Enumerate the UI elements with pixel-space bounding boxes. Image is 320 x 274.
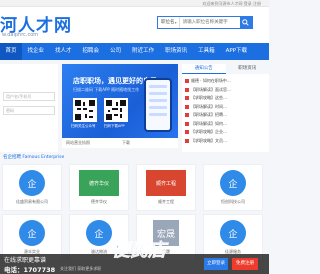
bullet-icon [185, 104, 189, 109]
company-logo: 企 [19, 170, 45, 196]
phone-bar [149, 106, 167, 109]
nav-item-nearby[interactable]: 附近工作 [127, 43, 160, 60]
nav-item-home[interactable]: 首页 [0, 43, 23, 60]
qr-caption-wechat: 扫码关注公众号 [71, 124, 96, 128]
company-card[interactable]: 企 佳盛贸易有限公司 [2, 164, 62, 211]
list-item[interactable]: 【职场解读】面试官… [185, 86, 267, 95]
company-name: 德齐华仪 [91, 199, 107, 204]
search-type-select[interactable]: 职位名 ▾ [158, 17, 180, 28]
nav-item-talent[interactable]: 找人才 [50, 43, 78, 60]
bullet-icon [185, 96, 189, 100]
company-logo: 企 [220, 220, 246, 246]
wechat-qr-code [73, 98, 97, 122]
news-tabs: 通知公告 职场资讯 [182, 64, 269, 74]
company-logo: 德齐华仪 [79, 170, 119, 196]
username-field[interactable]: 用户名/手机号 [3, 92, 55, 101]
bullet-icon [185, 138, 189, 143]
qr-code-icon [106, 100, 126, 120]
company-name: 顺齐工程 [158, 199, 174, 204]
login-panel: 用户名/手机号 密码 [0, 64, 58, 152]
section-title: 名企招聘 Famous Enterprise [3, 155, 65, 160]
phone-bar [149, 92, 167, 95]
search-input[interactable] [179, 17, 240, 28]
banner-subtitle: 扫描二维码 下载APP 随时随地找工作 [73, 87, 140, 92]
search-button[interactable] [239, 17, 252, 28]
app-download-banner[interactable]: 店职职场，遇见更好的自己 扫描二维码 下载APP 随时随地找工作 扫码关注公众号… [62, 64, 178, 138]
phone-bar [149, 99, 167, 102]
popup-phone: 电话：1707738 [4, 266, 56, 274]
search-type-label: 职位名 [161, 20, 175, 25]
login-button[interactable]: 立即登录 [204, 258, 228, 270]
phone-bar [149, 113, 167, 116]
list-item[interactable]: 【职场解读】时间… [185, 103, 267, 112]
nav-item-tools[interactable]: 工具箱 [193, 43, 221, 60]
phone-bar [149, 85, 167, 88]
list-item[interactable]: 【求职攻略】这些… [185, 94, 267, 103]
company-logo: 顺齐工程 [146, 170, 186, 196]
nav-item-news[interactable]: 职场资讯 [160, 43, 193, 60]
tab-career-news[interactable]: 职场资讯 [225, 64, 269, 74]
company-logo: 企 [86, 220, 112, 246]
license-link[interactable]: 网站营业执照 [66, 138, 90, 148]
list-item[interactable]: 【求职攻略】文员… [185, 137, 267, 146]
qr-caption-app: 扫码下载APP [104, 124, 125, 128]
bullet-icon [185, 121, 189, 126]
popup-tagline: 在线求职更靠谱 [4, 257, 47, 264]
nav-item-job-fair[interactable]: 招聘会 [77, 43, 105, 60]
download-link[interactable]: 下载 [122, 138, 130, 148]
bullet-icon [185, 113, 189, 117]
company-card[interactable]: 顺齐工程 顺齐工程 [136, 164, 196, 211]
nav-item-companies[interactable]: 找企业 [22, 43, 50, 60]
phone-mockup-image [144, 78, 172, 132]
top-links[interactable]: 欢迎来到河源市人才网 登录 注册 [202, 0, 261, 7]
app-qr-code [104, 98, 128, 122]
search-icon [242, 19, 249, 26]
under-banner-strip: 网站营业执照 下载 [62, 138, 178, 148]
search-bar: 职位名 ▾ [157, 16, 253, 29]
bullet-icon [185, 130, 189, 134]
list-item[interactable]: 【职场解读】如何… [185, 120, 267, 129]
main-nav: 首页 找企业 找人才 招聘会 公司 附近工作 职场资讯 工具箱 APP下载 [0, 43, 269, 60]
news-list: 顺德 · 如何在职场中… 【职场解读】面试官… 【求职攻略】这些… 【职场解读】… [185, 77, 267, 145]
register-button[interactable]: 免费注册 [232, 258, 258, 270]
chevron-down-icon: ▾ [174, 20, 177, 25]
list-item[interactable]: 【求职攻略】企业… [185, 128, 267, 137]
watermark-logo: 便民店 [112, 240, 167, 262]
company-name: 佳盛贸易有限公司 [16, 199, 48, 204]
page: 欢迎来到河源市人才网 登录 注册 河人才网 w.daiphrc.com 职位名 … [0, 0, 269, 274]
nav-item-company[interactable]: 公司 [105, 43, 127, 60]
bullet-icon [185, 87, 189, 92]
news-panel: 通知公告 职场资讯 顺德 · 如何在职场中… 【职场解读】面试官… 【求职攻略】… [182, 64, 269, 152]
company-card[interactable]: 企 恒创科技公司 [203, 164, 263, 211]
list-item[interactable]: 【职场解读】招聘… [185, 111, 267, 120]
password-field[interactable]: 密码 [3, 106, 55, 115]
company-logo: 企 [19, 220, 45, 246]
header: 河人才网 w.daiphrc.com 职位名 ▾ [0, 7, 269, 43]
bullet-icon [185, 79, 189, 83]
top-utility-bar: 欢迎来到河源市人才网 登录 注册 [0, 0, 269, 7]
list-item[interactable]: 顺德 · 如何在职场中… [185, 77, 267, 86]
nav-item-app[interactable]: APP下载 [220, 43, 252, 60]
company-name: 恒创科技公司 [221, 199, 245, 204]
company-card[interactable]: 德齐华仪 德齐华仪 [69, 164, 129, 211]
company-logo: 企 [220, 170, 246, 196]
qr-code-icon [75, 100, 95, 120]
tab-notices[interactable]: 通知公告 [182, 64, 226, 74]
site-domain: w.daiphrc.com [2, 32, 39, 38]
popup-small-text: 关注我们 获取更多求职 [60, 266, 102, 271]
